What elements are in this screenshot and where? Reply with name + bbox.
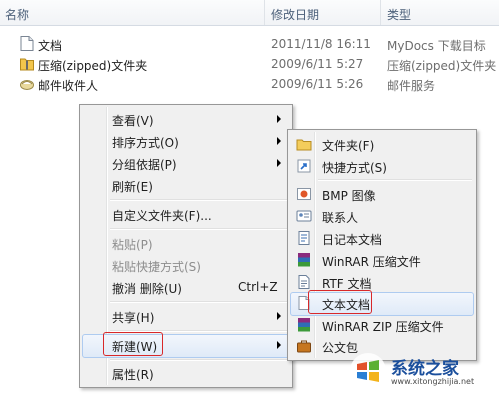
menu-item-label: 文件夹(F) — [322, 139, 375, 153]
submenu-arrow-icon — [277, 137, 281, 145]
file-type: MyDocs 下载目标 — [387, 39, 486, 53]
submenu-arrow-icon — [277, 159, 281, 167]
rtf-document-icon — [298, 275, 310, 289]
column-type[interactable]: 类型 — [387, 6, 411, 23]
contact-card-icon — [296, 210, 312, 222]
submenu-item-winrar[interactable]: WinRAR 压缩文件 — [290, 249, 474, 271]
menu-item-label: 分组依据(P) — [112, 158, 177, 172]
column-name[interactable]: 名称 — [5, 6, 29, 23]
menu-item-label: 共享(H) — [112, 311, 155, 325]
bmp-image-icon — [297, 188, 311, 200]
menu-item-customize[interactable]: 自定义文件夹(F)... — [82, 203, 290, 225]
journal-document-icon — [298, 231, 310, 245]
watermark-text: 系统之家 — [391, 359, 459, 379]
file-date: 2011/11/8 16:11 — [271, 37, 371, 51]
menu-item-share[interactable]: 共享(H) — [82, 305, 290, 327]
submenu-item-winrar-zip[interactable]: WinRAR ZIP 压缩文件 — [290, 314, 474, 336]
menu-item-label: 刷新(E) — [112, 180, 153, 194]
highlight-box — [308, 290, 372, 314]
zip-folder-icon — [20, 58, 34, 71]
windows-logo-icon — [350, 353, 386, 389]
submenu-item-journal[interactable]: 日记本文档 — [290, 227, 474, 249]
menu-item-properties[interactable]: 属性(R) — [82, 362, 290, 384]
context-menu: 查看(V) 排序方式(O) 分组依据(P) 刷新(E) 自定义文件夹(F)...… — [79, 104, 293, 388]
menu-item-paste[interactable]: 粘贴(P) — [82, 232, 290, 254]
winrar-zip-icon — [298, 318, 310, 332]
file-type: 压缩(zipped)文件夹 — [387, 59, 497, 73]
file-row[interactable]: 文档 2011/11/8 16:11 MyDocs 下载目标 — [0, 34, 499, 54]
file-row[interactable]: 压缩(zipped)文件夹 2009/6/11 5:27 压缩(zipped)文… — [0, 54, 499, 74]
menu-item-label: 属性(R) — [112, 368, 154, 382]
menu-item-undo[interactable]: 撤消 删除(U) Ctrl+Z — [82, 276, 290, 298]
menu-item-label: 自定义文件夹(F)... — [112, 209, 212, 223]
file-name: 文档 — [38, 39, 63, 53]
file-type: 邮件服务 — [387, 79, 436, 93]
menu-item-paste-shortcut[interactable]: 粘贴快捷方式(S) — [82, 254, 290, 276]
menu-item-label: 查看(V) — [112, 114, 154, 128]
menu-item-shortcut: Ctrl+Z — [238, 280, 278, 294]
file-date: 2009/6/11 5:27 — [271, 57, 364, 71]
menu-item-label: 快捷方式(S) — [322, 161, 387, 175]
menu-separator — [318, 179, 472, 181]
mail-recipient-icon — [20, 80, 34, 90]
menu-item-refresh[interactable]: 刷新(E) — [82, 174, 290, 196]
briefcase-icon — [297, 340, 311, 353]
highlight-box — [103, 332, 163, 356]
menu-item-label: 日记本文档 — [322, 233, 383, 247]
menu-item-label: 粘贴(P) — [112, 238, 153, 252]
menu-item-group[interactable]: 分组依据(P) — [82, 152, 290, 174]
submenu-arrow-icon — [277, 115, 281, 123]
menu-item-label: 联系人 — [322, 211, 359, 225]
column-divider[interactable] — [380, 0, 381, 25]
column-header: 名称 修改日期 类型 — [0, 0, 499, 26]
column-date[interactable]: 修改日期 — [271, 6, 319, 23]
menu-item-label: 粘贴快捷方式(S) — [112, 260, 201, 274]
submenu-arrow-icon — [277, 312, 281, 320]
document-icon — [20, 36, 34, 51]
new-submenu: 文件夹(F) 快捷方式(S) BMP 图像 联系人 日记本文档 WinRAR 压… — [287, 129, 477, 361]
menu-item-view[interactable]: 查看(V) — [82, 108, 290, 130]
menu-separator — [110, 301, 288, 303]
submenu-arrow-icon — [277, 341, 281, 349]
menu-item-sort[interactable]: 排序方式(O) — [82, 130, 290, 152]
winrar-archive-icon — [298, 253, 310, 267]
menu-item-label: WinRAR ZIP 压缩文件 — [322, 320, 444, 334]
shortcut-icon — [297, 159, 311, 173]
submenu-item-bmp[interactable]: BMP 图像 — [290, 183, 474, 205]
menu-separator — [110, 199, 288, 201]
menu-item-label: BMP 图像 — [322, 189, 376, 203]
submenu-item-folder[interactable]: 文件夹(F) — [290, 133, 474, 155]
watermark-logo: 系统之家 www.xitongzhijia.net — [345, 350, 495, 392]
submenu-item-contact[interactable]: 联系人 — [290, 205, 474, 227]
menu-separator — [110, 228, 288, 230]
file-name: 压缩(zipped)文件夹 — [38, 59, 148, 73]
file-name: 邮件收件人 — [38, 79, 99, 93]
file-row[interactable]: 邮件收件人 2009/6/11 5:26 邮件服务 — [0, 74, 499, 94]
menu-item-label: 排序方式(O) — [112, 136, 179, 150]
menu-item-label: 撤消 删除(U) — [112, 282, 182, 296]
menu-separator — [110, 359, 288, 361]
column-divider[interactable] — [264, 0, 265, 25]
folder-icon — [296, 139, 312, 151]
watermark-url: www.xitongzhijia.net — [391, 377, 475, 386]
submenu-item-shortcut[interactable]: 快捷方式(S) — [290, 155, 474, 177]
file-date: 2009/6/11 5:26 — [271, 77, 364, 91]
menu-item-label: WinRAR 压缩文件 — [322, 255, 421, 269]
